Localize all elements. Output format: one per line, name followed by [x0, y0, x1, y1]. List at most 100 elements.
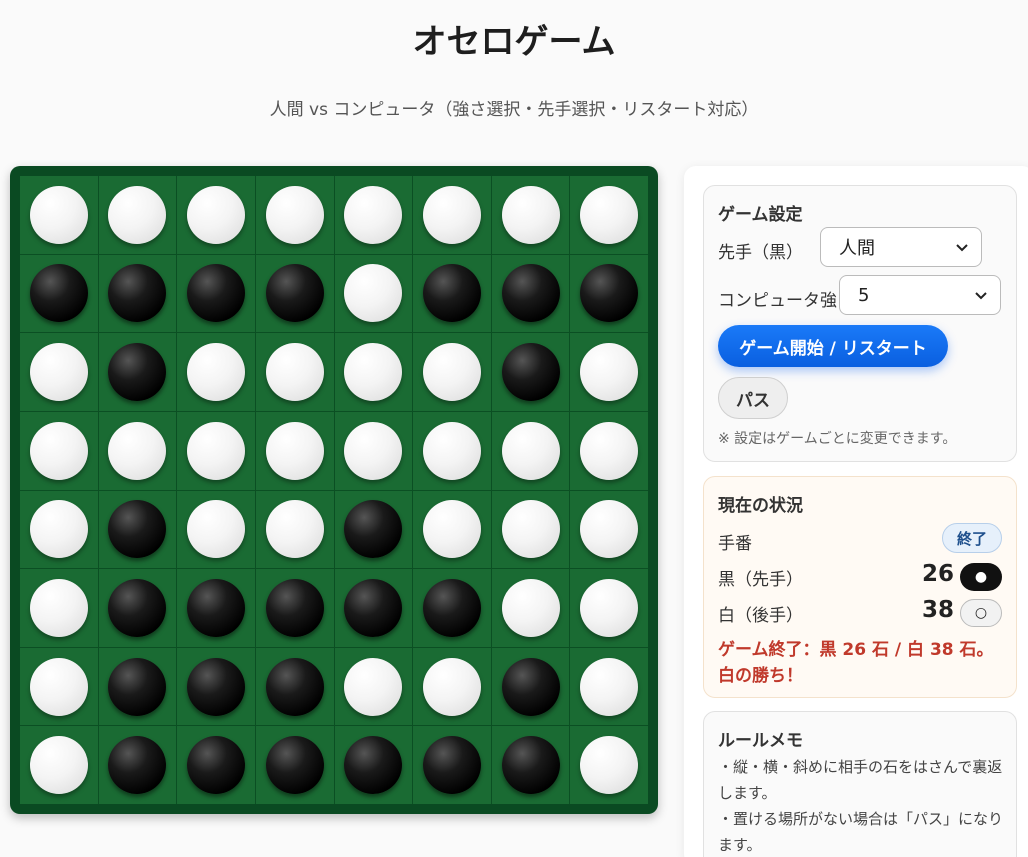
white-disc [265, 343, 324, 402]
first-player-value: 人間 [839, 238, 875, 259]
board-cell[interactable] [20, 726, 98, 804]
board-cell[interactable] [334, 333, 413, 411]
board-cell[interactable] [177, 647, 255, 726]
white-disc [422, 657, 481, 716]
board-cell[interactable] [177, 726, 255, 804]
board-cell[interactable] [255, 176, 334, 254]
board-cell[interactable] [98, 176, 177, 254]
board-cell[interactable] [177, 333, 255, 411]
black-disc [108, 657, 167, 716]
board-cell[interactable] [177, 411, 255, 490]
board-cell[interactable] [570, 569, 648, 647]
board-cell[interactable] [98, 411, 177, 490]
black-disc [501, 264, 560, 323]
board-cell[interactable] [491, 176, 570, 254]
board-cell[interactable] [570, 647, 648, 726]
white-disc [422, 421, 481, 480]
page: オセロゲーム 人間 vs コンピュータ（強さ選択・先手選択・リスタート対応） ゲ… [0, 0, 1028, 857]
board-cell[interactable] [255, 647, 334, 726]
turn-label: 手番 [718, 534, 752, 554]
board-cell[interactable] [491, 647, 570, 726]
white-disc [29, 500, 88, 559]
board-cell[interactable] [413, 254, 491, 333]
board-cell[interactable] [255, 490, 334, 569]
white-count: 38 [921, 597, 954, 623]
strength-select[interactable]: 5 [839, 275, 1001, 315]
board-cell[interactable] [98, 569, 177, 647]
white-disc [422, 343, 481, 402]
board-cell[interactable] [413, 333, 491, 411]
board-cell[interactable] [98, 647, 177, 726]
board-cell[interactable] [491, 411, 570, 490]
board-cell[interactable] [413, 569, 491, 647]
board-cell[interactable] [177, 490, 255, 569]
board-cell[interactable] [491, 333, 570, 411]
othello-board [10, 166, 658, 814]
board-cell[interactable] [413, 726, 491, 804]
white-disc [344, 657, 403, 716]
white-disc [29, 657, 88, 716]
white-disc [501, 185, 560, 244]
white-disc [501, 500, 560, 559]
board-cell[interactable] [334, 569, 413, 647]
first-player-select[interactable]: 人間 [820, 227, 982, 267]
start-restart-button[interactable]: ゲーム開始 / リスタート [718, 325, 948, 367]
board-cell[interactable] [413, 490, 491, 569]
board-cell[interactable] [177, 254, 255, 333]
white-disc [344, 343, 403, 402]
board-cell[interactable] [334, 647, 413, 726]
black-disc [501, 657, 560, 716]
black-disc [344, 736, 403, 795]
board-cell[interactable] [98, 726, 177, 804]
black-disc [108, 500, 167, 559]
pass-button[interactable]: パス [718, 377, 788, 419]
board-cell[interactable] [570, 726, 648, 804]
board-cell[interactable] [491, 490, 570, 569]
white-disc [580, 185, 639, 244]
board-cell[interactable] [413, 411, 491, 490]
black-disc [501, 736, 560, 795]
board-cell[interactable] [255, 333, 334, 411]
board-cell[interactable] [255, 254, 334, 333]
board-cell[interactable] [491, 569, 570, 647]
board-cell[interactable] [255, 569, 334, 647]
board-cell[interactable] [570, 254, 648, 333]
white-disc [580, 736, 639, 795]
board-cell[interactable] [98, 333, 177, 411]
board-cell[interactable] [20, 333, 98, 411]
board-cell[interactable] [570, 411, 648, 490]
board-cell[interactable] [334, 726, 413, 804]
board-cell[interactable] [20, 647, 98, 726]
white-disc [187, 500, 246, 559]
board-cell[interactable] [570, 333, 648, 411]
black-disc [108, 736, 167, 795]
first-player-label: 先手（黒） [718, 243, 803, 263]
board-cell[interactable] [255, 411, 334, 490]
black-disc [108, 343, 167, 402]
black-disc [422, 264, 481, 323]
board-cell[interactable] [334, 411, 413, 490]
board-cell[interactable] [20, 254, 98, 333]
white-disc [501, 578, 560, 637]
board-cell[interactable] [255, 726, 334, 804]
board-cell[interactable] [20, 490, 98, 569]
board-cell[interactable] [334, 490, 413, 569]
board-cell[interactable] [491, 254, 570, 333]
black-disc [344, 500, 403, 559]
board-cell[interactable] [98, 490, 177, 569]
board-cell[interactable] [20, 569, 98, 647]
board-cell[interactable] [98, 254, 177, 333]
board-cell[interactable] [491, 726, 570, 804]
board-cell[interactable] [413, 176, 491, 254]
board-cell[interactable] [177, 176, 255, 254]
board-cell[interactable] [334, 176, 413, 254]
board-cell[interactable] [413, 647, 491, 726]
board-cell[interactable] [334, 254, 413, 333]
board-cell[interactable] [570, 490, 648, 569]
white-disc [108, 421, 167, 480]
board-cell[interactable] [177, 569, 255, 647]
board-cell[interactable] [20, 411, 98, 490]
board-cell[interactable] [570, 176, 648, 254]
board-cell[interactable] [20, 176, 98, 254]
white-disc [29, 578, 88, 637]
